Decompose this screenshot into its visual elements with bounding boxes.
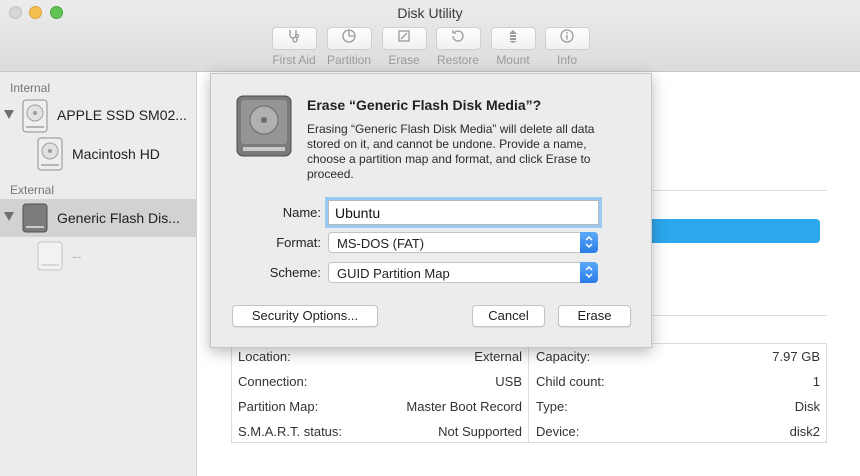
info-row: Connection: USB	[232, 369, 528, 394]
cancel-button[interactable]: Cancel	[472, 305, 545, 327]
info-row: Partition Map: Master Boot Record	[232, 394, 528, 419]
info-row: Device: disk2	[530, 419, 826, 444]
info-label: Info	[556, 53, 577, 67]
erase-dialog: Erase “Generic Flash Disk Media”? Erasin…	[210, 73, 652, 348]
sidebar-item-unnamed-volume[interactable]: --	[0, 237, 196, 275]
erase-icon	[396, 28, 412, 49]
dialog-message: Erasing “Generic Flash Disk Media” will …	[307, 122, 595, 181]
external-disk-icon	[233, 94, 295, 158]
info-key: Connection:	[238, 374, 308, 389]
info-key: Device:	[536, 424, 580, 439]
partition-button[interactable]: Partition	[320, 27, 378, 67]
scheme-label: Scheme:	[269, 265, 321, 280]
format-select[interactable]: MS-DOS (FAT)	[328, 232, 598, 253]
info-column-right: Capacity: 7.97 GB Child count: 1 Type: D…	[530, 344, 826, 442]
mount-label: Mount	[496, 53, 530, 67]
info-value: 1	[812, 374, 820, 389]
restore-icon	[450, 28, 466, 49]
info-value: 7.97 GB	[772, 349, 820, 364]
sidebar-item-label: Macintosh HD	[72, 146, 160, 162]
dialog-title: Erase “Generic Flash Disk Media”?	[307, 97, 542, 113]
partition-label: Partition	[326, 53, 372, 67]
internal-disk-icon	[21, 99, 49, 133]
stethoscope-icon	[286, 28, 302, 49]
first-aid-button[interactable]: First Aid	[265, 27, 323, 67]
internal-section-label: Internal	[10, 81, 51, 95]
volume-disk-icon	[36, 137, 64, 171]
info-key: S.M.A.R.T. status:	[238, 424, 343, 439]
popup-arrows-icon	[580, 232, 598, 253]
divider	[653, 190, 827, 191]
external-disk-icon	[21, 201, 49, 235]
info-value: External	[474, 349, 522, 364]
format-value: MS-DOS (FAT)	[337, 236, 425, 251]
scheme-value: GUID Partition Map	[337, 266, 450, 281]
erase-label: Erase	[388, 53, 420, 67]
window-title: Disk Utility	[397, 5, 463, 21]
name-label: Name:	[282, 205, 321, 220]
volume-disk-icon	[36, 239, 64, 273]
external-section-label: External	[10, 183, 55, 197]
info-value: USB	[495, 374, 522, 389]
security-options-button[interactable]: Security Options...	[232, 305, 378, 327]
mount-icon	[505, 28, 521, 49]
info-value: Disk	[794, 399, 820, 414]
sidebar: Internal APPLE SSD SM02... Macintosh HD …	[0, 72, 197, 476]
pie-icon	[341, 28, 357, 49]
popup-arrows-icon	[580, 262, 598, 283]
info-value: Not Supported	[438, 424, 522, 439]
erase-button[interactable]: Erase	[558, 305, 631, 327]
name-input[interactable]	[328, 200, 599, 225]
scheme-select[interactable]: GUID Partition Map	[328, 262, 598, 283]
info-row: Child count: 1	[530, 369, 826, 394]
sidebar-item-label: --	[72, 248, 82, 264]
info-value: disk2	[789, 424, 820, 439]
sidebar-item-apple-ssd[interactable]: APPLE SSD SM02...	[0, 97, 196, 135]
info-row: Type: Disk	[530, 394, 826, 419]
info-key: Location:	[238, 349, 291, 364]
divider	[653, 315, 827, 316]
sidebar-item-macintosh-hd[interactable]: Macintosh HD	[0, 135, 196, 173]
restore-button[interactable]: Restore	[429, 27, 487, 67]
sidebar-item-label: Generic Flash Dis...	[57, 210, 180, 226]
info-key: Partition Map:	[238, 399, 319, 414]
info-column-left: Location: External Connection: USB Parti…	[232, 344, 529, 442]
restore-label: Restore	[436, 53, 480, 67]
info-icon	[559, 28, 575, 49]
info-table: Location: External Connection: USB Parti…	[231, 343, 827, 443]
mount-button[interactable]: Mount	[484, 27, 542, 67]
erase-button-toolbar[interactable]: Erase	[375, 27, 433, 67]
usage-bar	[650, 219, 820, 243]
info-key: Capacity:	[536, 349, 591, 364]
info-key: Type:	[536, 399, 568, 414]
sidebar-item-generic-flash[interactable]: Generic Flash Dis...	[0, 199, 196, 237]
first-aid-label: First Aid	[272, 53, 316, 67]
disclosure-triangle-icon[interactable]	[4, 212, 14, 221]
info-value: Master Boot Record	[406, 399, 522, 414]
info-key: Child count:	[536, 374, 605, 389]
disclosure-triangle-icon[interactable]	[4, 110, 14, 119]
sidebar-item-label: APPLE SSD SM02...	[57, 107, 187, 123]
info-button[interactable]: Info	[538, 27, 596, 67]
format-label: Format:	[276, 235, 321, 250]
title-bar: Disk Utility First Aid Partition Erase R…	[0, 0, 860, 72]
info-row: S.M.A.R.T. status: Not Supported	[232, 419, 528, 444]
